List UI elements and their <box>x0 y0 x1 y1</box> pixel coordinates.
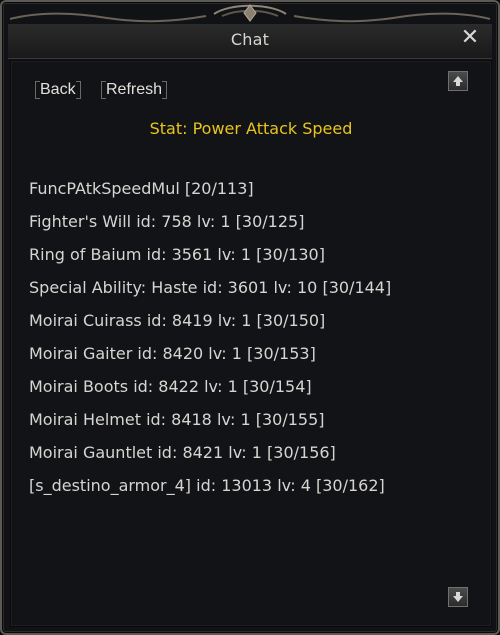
list-item: Ring of Baium id: 3561 lv: 1 [30/130] <box>29 245 325 264</box>
refresh-button[interactable]: Refresh <box>101 79 168 101</box>
window-title: Chat <box>230 30 270 49</box>
list-item: Special Ability: Haste id: 3601 lv: 10 [… <box>29 278 392 297</box>
close-button[interactable]: ✕ <box>457 25 483 51</box>
close-icon[interactable]: ✕ <box>461 25 479 50</box>
list-item: Moirai Gaiter id: 8420 lv: 1 [30/153] <box>29 344 316 363</box>
stat-title: Stat: Power Attack Speed <box>149 119 353 138</box>
list-item: Moirai Boots id: 8422 lv: 1 [30/154] <box>29 377 312 396</box>
list-item: Moirai Helmet id: 8418 lv: 1 [30/155] <box>29 410 325 429</box>
title-bar: Chat ✕ <box>8 24 492 59</box>
back-button[interactable]: Back <box>35 79 81 101</box>
scroll-up-button[interactable] <box>448 71 468 91</box>
scroll-down-button[interactable] <box>448 587 468 607</box>
list-item: [s_destino_armor_4] id: 13013 lv: 4 [30/… <box>29 476 385 495</box>
arrow-down-icon[interactable] <box>449 588 467 606</box>
stat-entry-list: FuncPAtkSpeedMul [20/113] Fighter's Will… <box>29 177 391 507</box>
chat-content-panel: Back Refresh Stat: Power Attack Speed Fu… <box>10 60 492 627</box>
list-item: FuncPAtkSpeedMul [20/113] <box>29 179 254 198</box>
list-item: Moirai Gauntlet id: 8421 lv: 1 [30/156] <box>29 443 336 462</box>
arrow-up-icon[interactable] <box>449 72 467 90</box>
chat-window: Chat ✕ Back Refresh Stat: Power Attack S… <box>0 0 500 635</box>
list-item: Moirai Cuirass id: 8419 lv: 1 [30/150] <box>29 311 326 330</box>
list-item: Fighter's Will id: 758 lv: 1 [30/125] <box>29 212 305 231</box>
